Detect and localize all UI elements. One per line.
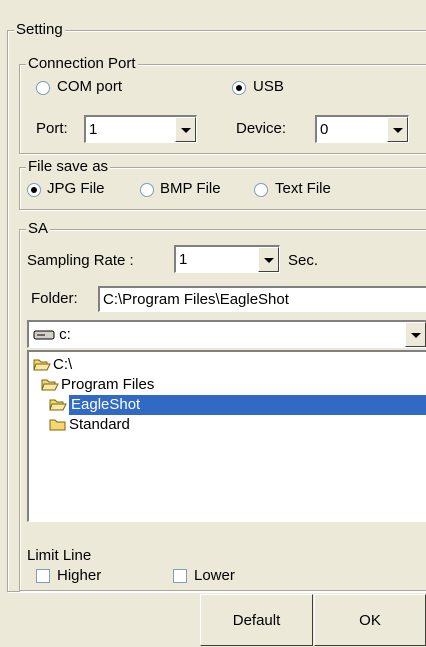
connection-port-title: Connection Port [26,55,138,73]
folder-value: C:\Program Files\EagleShot [103,291,289,308]
jpg-file-radio[interactable] [27,183,41,197]
text-file-radio[interactable] [254,183,268,197]
tree-node-root-label: C:\ [53,356,73,373]
port-select[interactable]: 1 [84,115,197,143]
open-folder-icon [49,399,67,411]
drive-display: c: [33,325,71,345]
drive-icon [33,330,55,340]
open-folder-icon [33,359,51,371]
sampling-rate-value: 1 [179,251,188,268]
tree-node-root[interactable]: C:\ [33,355,72,375]
higher-label[interactable]: Higher [57,566,101,586]
sampling-rate-dropdown-icon[interactable] [258,247,279,272]
folder-tree[interactable]: C:\ Program Files EagleShot Standard [27,350,426,522]
tree-node-program-files[interactable]: Program Files [41,375,154,395]
lower-label[interactable]: Lower [194,566,235,586]
device-dropdown-icon[interactable] [387,117,408,142]
folder-icon [49,419,66,431]
device-label: Device: [236,120,287,137]
device-select[interactable]: 0 [315,115,409,143]
open-folder-icon [41,379,59,391]
bmp-file-label[interactable]: BMP File [160,179,221,199]
limit-line-label: Limit Line [27,547,92,564]
bmp-file-radio[interactable] [140,183,154,197]
drive-dropdown-icon[interactable] [405,322,426,347]
sampling-rate-select[interactable]: 1 [174,245,280,273]
drive-select[interactable]: c: [27,320,426,348]
usb-label[interactable]: USB [253,77,284,97]
tree-node-standard[interactable]: Standard [49,415,130,435]
port-value: 1 [89,121,98,138]
ok-button[interactable]: OK [314,594,426,646]
device-value: 0 [320,121,329,138]
port-label: Port: [36,120,68,137]
sa-title: SA [26,220,51,238]
default-button[interactable]: Default [200,594,313,646]
file-save-title: File save as [26,158,111,176]
port-dropdown-icon[interactable] [175,117,196,142]
jpg-file-label[interactable]: JPG File [47,179,105,199]
sampling-unit-label: Sec. [288,252,319,269]
tree-node-program-files-label: Program Files [61,376,155,393]
tree-node-eagleshot-label: EagleShot [69,396,143,413]
tree-node-eagleshot[interactable]: EagleShot [49,395,143,415]
setting-title: Setting [14,21,65,39]
folder-label: Folder: [31,290,78,307]
higher-checkbox[interactable] [36,569,50,583]
sampling-rate-label: Sampling Rate : [27,252,134,269]
usb-radio[interactable] [232,81,246,95]
com-port-radio[interactable] [36,81,50,95]
text-file-label[interactable]: Text File [275,179,331,199]
lower-checkbox[interactable] [173,569,187,583]
folder-input[interactable]: C:\Program Files\EagleShot [98,286,426,312]
tree-node-standard-label: Standard [69,416,130,433]
drive-value: c: [59,326,71,343]
com-port-label[interactable]: COM port [57,77,122,97]
